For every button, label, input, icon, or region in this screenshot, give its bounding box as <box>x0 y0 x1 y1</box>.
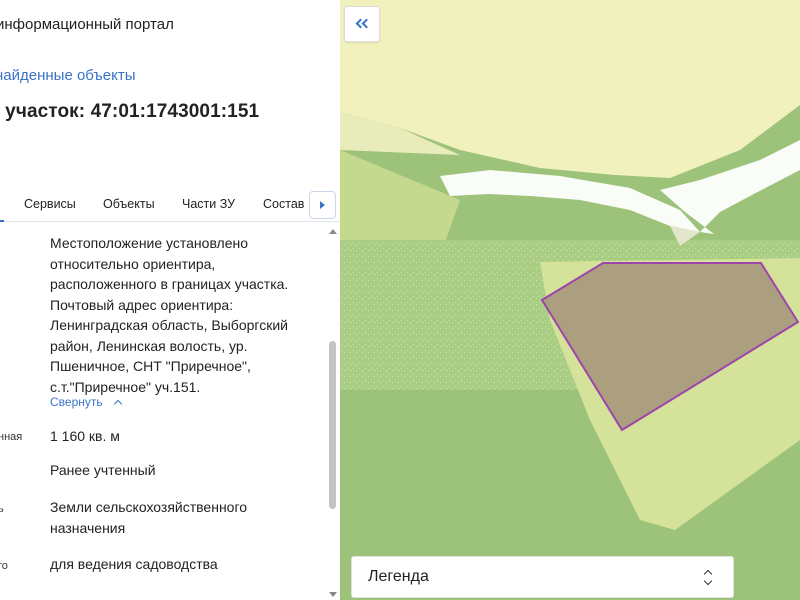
portal-title: информационный портал <box>0 16 174 33</box>
scroll-up-icon[interactable] <box>329 229 337 234</box>
map-canvas <box>340 0 800 600</box>
parcel-title: й участок: 47:01:1743001:151 <box>0 101 260 122</box>
tab-services[interactable]: Сервисы <box>24 197 76 211</box>
collapse-label: Свернуть <box>50 395 103 409</box>
double-chevron-left-icon <box>355 18 372 30</box>
legend-dropdown[interactable]: Легенда <box>351 556 734 598</box>
found-objects-link[interactable]: найденные объекты <box>0 67 136 84</box>
category-label: ь <box>0 503 4 515</box>
use-value: для ведения садоводства <box>50 556 218 572</box>
collapse-link[interactable]: Свернуть <box>50 395 122 409</box>
tab-land-parts[interactable]: Части ЗУ <box>182 197 235 211</box>
area-label: нная <box>0 431 23 443</box>
caret-right-icon <box>320 201 325 209</box>
address-value: Местоположение установлено относительно … <box>50 235 289 395</box>
attributes-list: Местоположение установлено относительно … <box>0 223 326 600</box>
chevron-up-down-icon <box>703 569 713 587</box>
tab-bar: Сервисы Объекты Части ЗУ Состав <box>0 190 340 222</box>
collapse-panel-button[interactable] <box>344 6 380 42</box>
use-label: го <box>0 560 8 572</box>
info-panel: информационный портал найденные объекты … <box>0 0 340 600</box>
map-view[interactable]: Легенда <box>340 0 800 600</box>
area-value: 1 160 кв. м <box>50 428 120 444</box>
chevron-up-icon <box>113 399 122 409</box>
legend-label: Легенда <box>368 568 429 585</box>
scroll-thumb[interactable] <box>329 341 336 509</box>
scroll-down-icon[interactable] <box>329 592 337 597</box>
tab-objects[interactable]: Объекты <box>103 197 155 211</box>
active-tab-indicator <box>0 220 4 222</box>
scrollbar[interactable] <box>326 223 340 600</box>
status-value: Ранее учтенный <box>50 462 156 478</box>
tabs-next-button[interactable] <box>309 191 336 219</box>
tab-composition[interactable]: Состав <box>263 197 304 211</box>
category-value: Земли сельскохозяйственного назначения <box>50 499 248 536</box>
